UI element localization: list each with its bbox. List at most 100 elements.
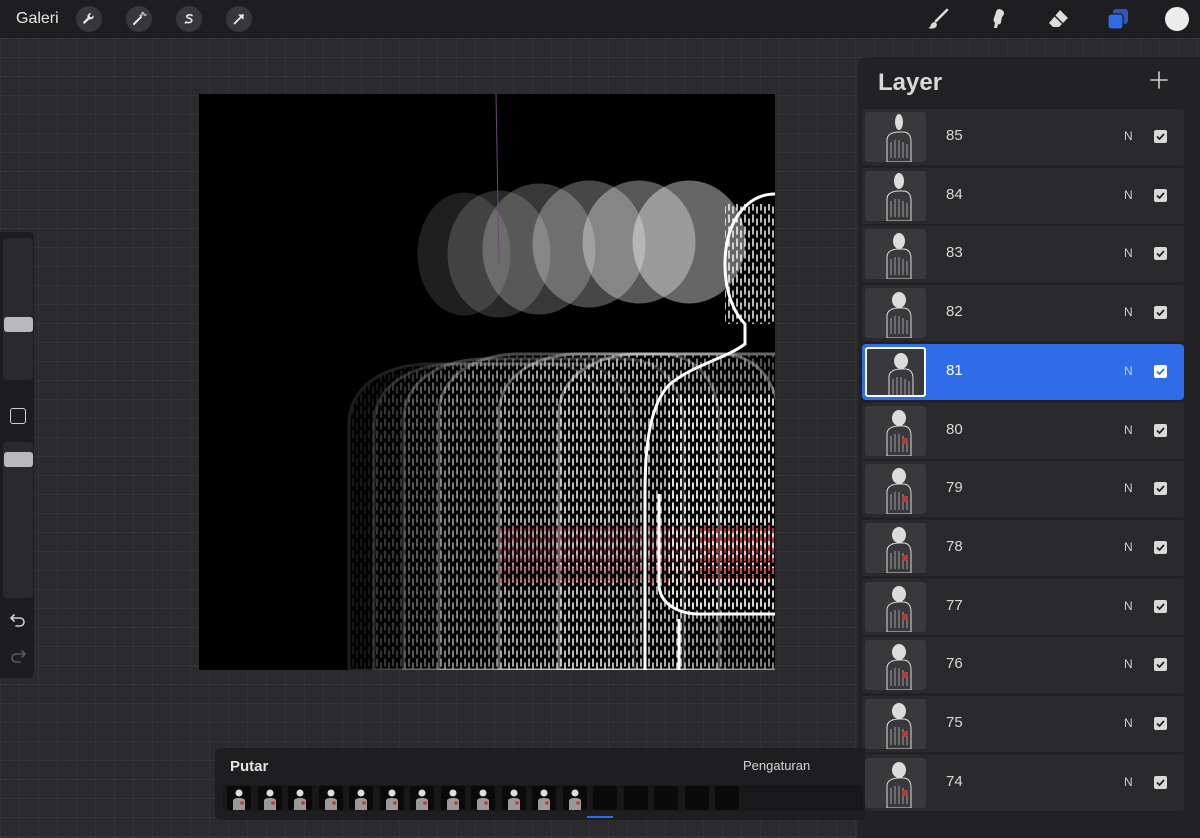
animation-frame[interactable]	[593, 786, 617, 810]
animation-frame[interactable]	[471, 786, 495, 810]
animation-frame[interactable]	[623, 786, 648, 810]
animation-frame[interactable]	[532, 786, 556, 810]
layer-name: 81	[946, 361, 963, 379]
animation-frame[interactable]	[440, 786, 465, 810]
visibility-checkbox[interactable]	[1154, 423, 1167, 437]
modify-button[interactable]	[10, 408, 26, 424]
current-frame-indicator	[587, 816, 613, 818]
blend-mode-button[interactable]: N	[1124, 599, 1133, 613]
visibility-checkbox[interactable]	[1154, 599, 1167, 613]
blend-mode-button[interactable]: N	[1124, 657, 1133, 671]
layer-row[interactable]: 76 N	[862, 637, 1184, 694]
checkmark-icon	[1156, 602, 1165, 610]
visibility-checkbox[interactable]	[1154, 188, 1167, 202]
selection-s-icon[interactable]	[176, 6, 202, 32]
layers-icon[interactable]	[1104, 5, 1132, 33]
blend-mode-button[interactable]: N	[1124, 246, 1133, 260]
drawing-canvas[interactable]	[199, 94, 775, 670]
layer-row[interactable]: 77 N	[862, 578, 1184, 635]
smudge-icon[interactable]	[984, 5, 1012, 33]
blend-mode-button[interactable]: N	[1124, 364, 1133, 378]
animation-frame[interactable]	[379, 786, 404, 810]
layer-row[interactable]: 79 N	[862, 461, 1184, 518]
wrench-icon[interactable]	[76, 6, 102, 32]
opacity-slider[interactable]	[3, 442, 33, 598]
plus-icon[interactable]	[1148, 67, 1170, 93]
opacity-thumb[interactable]	[4, 452, 33, 467]
visibility-checkbox[interactable]	[1154, 130, 1167, 143]
redo-icon[interactable]	[8, 648, 28, 664]
eraser-icon[interactable]	[1044, 5, 1072, 33]
animation-frame[interactable]	[715, 786, 739, 810]
blend-mode-button[interactable]: N	[1124, 716, 1133, 730]
visibility-checkbox[interactable]	[1154, 364, 1167, 378]
blend-mode-button[interactable]: N	[1124, 423, 1133, 437]
layer-row[interactable]: 74 N	[862, 754, 1184, 811]
layer-name: 84	[946, 185, 963, 203]
blend-mode-button[interactable]: N	[1124, 775, 1133, 789]
visibility-checkbox[interactable]	[1154, 540, 1167, 554]
checkmark-icon	[1156, 368, 1165, 376]
checkmark-icon	[1156, 192, 1165, 199]
layer-row[interactable]: 81 N	[862, 343, 1184, 400]
blend-mode-button[interactable]: N	[1124, 129, 1133, 143]
layer-thumbnail	[865, 229, 926, 280]
layer-name: 77	[946, 596, 963, 614]
animation-frame[interactable]	[318, 786, 343, 810]
blend-mode-button[interactable]: N	[1124, 540, 1133, 554]
animation-frame[interactable]	[410, 786, 434, 810]
layer-thumbnail	[865, 699, 926, 749]
layer-row[interactable]: 85 N	[862, 109, 1184, 165]
animation-frame[interactable]	[654, 786, 678, 810]
animation-frame[interactable]	[349, 786, 373, 810]
brush-icon[interactable]	[924, 5, 952, 33]
animation-frame[interactable]	[684, 786, 709, 810]
onion-skin-artwork	[199, 94, 775, 670]
layer-row[interactable]: 75 N	[862, 696, 1184, 752]
brush-size-thumb[interactable]	[4, 317, 33, 332]
magic-wand-icon[interactable]	[126, 6, 152, 32]
layer-row[interactable]: 82 N	[862, 285, 1184, 342]
visibility-checkbox[interactable]	[1154, 775, 1167, 789]
transform-arrow-icon[interactable]	[226, 6, 252, 32]
undo-icon[interactable]	[8, 612, 28, 628]
animation-frame[interactable]	[562, 786, 587, 810]
visibility-checkbox[interactable]	[1154, 247, 1167, 261]
gallery-button[interactable]: Galeri	[16, 10, 59, 28]
animation-frame[interactable]	[501, 786, 526, 810]
visibility-checkbox[interactable]	[1154, 658, 1167, 672]
animation-frame[interactable]	[288, 786, 312, 810]
visibility-checkbox[interactable]	[1154, 482, 1167, 496]
layer-row[interactable]: 80 N	[862, 402, 1184, 459]
layer-thumbnail	[865, 288, 926, 339]
layer-thumbnail	[865, 522, 926, 573]
layer-row[interactable]: 84 N	[862, 167, 1184, 224]
checkmark-icon	[1156, 720, 1165, 728]
layer-name: 80	[946, 420, 963, 438]
layer-thumbnail	[865, 464, 926, 515]
animation-assist-bar: Putar Pengaturan	[215, 748, 865, 820]
timeline[interactable]	[223, 785, 863, 811]
play-button[interactable]: Putar	[230, 758, 268, 775]
brush-size-slider[interactable]	[3, 238, 33, 380]
blend-mode-button[interactable]: N	[1124, 481, 1133, 495]
visibility-checkbox[interactable]	[1154, 717, 1167, 730]
layer-name: 74	[946, 772, 963, 790]
checkmark-icon	[1156, 779, 1165, 786]
layer-row[interactable]: 78 N	[862, 519, 1184, 576]
layer-name: 83	[946, 244, 963, 262]
animation-frame[interactable]	[257, 786, 282, 810]
layer-thumbnail	[865, 581, 926, 632]
layer-name: 76	[946, 655, 963, 673]
visibility-checkbox[interactable]	[1154, 306, 1167, 320]
blend-mode-button[interactable]: N	[1124, 188, 1133, 202]
animation-frame[interactable]	[227, 786, 251, 810]
color-picker-button[interactable]	[1165, 7, 1189, 31]
layer-row[interactable]: 83 N	[862, 226, 1184, 283]
checkmark-icon	[1156, 133, 1165, 141]
settings-button[interactable]: Pengaturan	[743, 758, 810, 773]
layer-thumbnail	[865, 757, 926, 808]
blend-mode-button[interactable]: N	[1124, 305, 1133, 319]
top-toolbar: Galeri	[0, 0, 1200, 38]
checkmark-icon	[1156, 661, 1165, 669]
